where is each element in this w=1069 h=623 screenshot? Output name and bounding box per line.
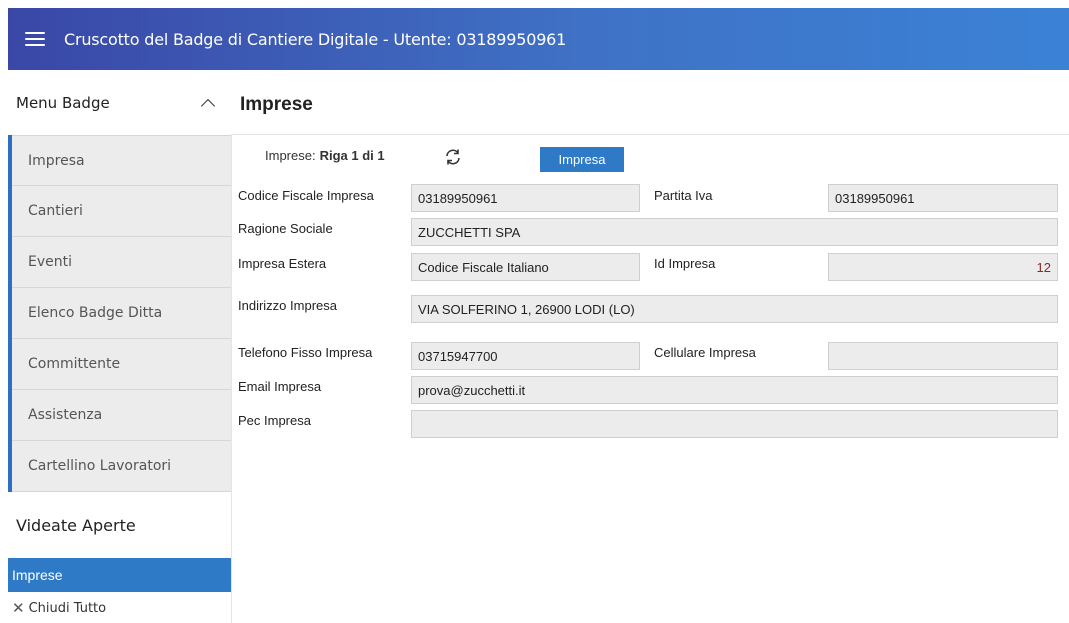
ragione-sociale-field[interactable]: ZUCCHETTI SPA	[411, 218, 1058, 246]
close-icon: ✕	[12, 599, 25, 617]
refresh-icon[interactable]	[444, 148, 462, 166]
pec-label: Pec Impresa	[238, 413, 311, 428]
pec-field[interactable]	[411, 410, 1058, 438]
app-title: Cruscotto del Badge di Cantiere Digitale…	[64, 29, 567, 49]
close-all-button[interactable]: ✕ Chiudi Tutto	[8, 592, 231, 623]
impresa-button[interactable]: Impresa	[540, 147, 624, 172]
menu-header[interactable]: Menu Badge	[8, 70, 231, 135]
impresa-estera-field[interactable]: Codice Fiscale Italiano	[411, 253, 640, 281]
menu-list: Impresa Cantieri Eventi Elenco Badge Dit…	[8, 135, 231, 492]
id-impresa-field[interactable]: 12	[828, 253, 1058, 281]
app-header: Cruscotto del Badge di Cantiere Digitale…	[8, 8, 1069, 70]
id-impresa-label: Id Impresa	[654, 256, 716, 271]
sidebar-item-cartellino-lavoratori[interactable]: Cartellino Lavoratori	[12, 441, 231, 492]
record-info: Imprese: Riga 1 di 1	[265, 148, 385, 163]
record-position: Riga 1 di 1	[319, 148, 385, 163]
indirizzo-field[interactable]: VIA SOLFERINO 1, 26900 LODI (LO)	[411, 295, 1058, 323]
sidebar-item-assistenza[interactable]: Assistenza	[12, 390, 231, 441]
sidebar-item-cantieri[interactable]: Cantieri	[12, 186, 231, 237]
sidebar-item-impresa[interactable]: Impresa	[12, 135, 231, 186]
sidebar: Menu Badge Impresa Cantieri Eventi Elenc…	[8, 70, 231, 623]
hamburger-menu-icon[interactable]	[25, 32, 45, 46]
sidebar-item-eventi[interactable]: Eventi	[12, 237, 231, 288]
impresa-estera-label: Impresa Estera	[238, 256, 327, 271]
indirizzo-label: Indirizzo Impresa	[238, 298, 337, 313]
page-title: Imprese	[240, 94, 313, 115]
open-views-title: Videate Aperte	[16, 515, 136, 535]
codice-fiscale-label: Codice Fiscale Impresa	[238, 188, 374, 203]
menu-title: Menu Badge	[16, 93, 110, 112]
codice-fiscale-field[interactable]: 03189950961	[411, 184, 640, 212]
partita-iva-field[interactable]: 03189950961	[828, 184, 1058, 212]
cellulare-field[interactable]	[828, 342, 1058, 370]
cellulare-label: Cellulare Impresa	[654, 345, 756, 360]
record-prefix: Imprese:	[265, 148, 316, 163]
ragione-sociale-label: Ragione Sociale	[238, 221, 333, 236]
telefono-label: Telefono Fisso Impresa	[238, 345, 373, 360]
email-label: Email Impresa	[238, 379, 322, 394]
email-field[interactable]: prova@zucchetti.it	[411, 376, 1058, 404]
close-all-label: Chiudi Tutto	[28, 600, 107, 616]
open-view-imprese[interactable]: Imprese	[8, 558, 231, 592]
sidebar-item-committente[interactable]: Committente	[12, 339, 231, 390]
chevron-up-icon[interactable]	[200, 98, 216, 113]
telefono-field[interactable]: 03715947700	[411, 342, 640, 370]
partita-iva-label: Partita Iva	[654, 188, 713, 203]
main-content: Imprese Imprese: Riga 1 di 1 Impresa Cod…	[231, 70, 1069, 623]
sidebar-item-elenco-badge-ditta[interactable]: Elenco Badge Ditta	[12, 288, 231, 339]
